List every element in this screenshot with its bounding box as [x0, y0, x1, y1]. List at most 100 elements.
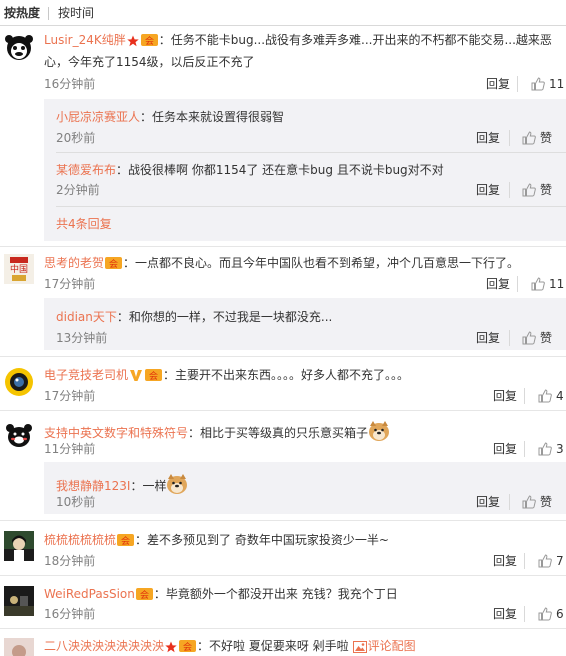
reply-username[interactable]: 我想静静123I [56, 479, 130, 493]
svg-text:会: 会 [121, 535, 130, 547]
comment-body: ：主要开不出来东西。。。。好多人都不充了。。。 [163, 368, 410, 382]
member-badge-icon: 会 [105, 257, 123, 270]
avatar[interactable] [4, 638, 34, 656]
comment-time: 17分钟前 [44, 389, 96, 403]
thumbs-up-icon [522, 183, 536, 197]
action-divider [524, 441, 525, 457]
reply-button[interactable]: 回复 [476, 330, 500, 346]
reply-time: 10秒前 [56, 495, 96, 509]
comment-text: Lusir_24K纯胖 会 ：任务不能卡bug...战役有多难弄多难...开出来的不… [44, 32, 552, 48]
reply-text: 我想静静123I：一样 [56, 473, 188, 495]
thumbs-up-icon [531, 77, 545, 91]
member-badge-icon: 会 [145, 369, 163, 382]
svg-text:会: 会 [109, 258, 118, 270]
comment-body: ：一点都不良心。而且今年中国队也看不到希望，冲个几百意思一下行了。 [123, 256, 520, 270]
comment-divider [0, 575, 566, 576]
reply-divider [56, 206, 566, 207]
username[interactable]: 梳梳梳梳梳梳 [44, 533, 116, 547]
username[interactable]: 电子竞技老司机 [44, 368, 128, 382]
comment-text-continued: 心，今年充了1154级，以后反正不充了 [44, 55, 255, 69]
thumbs-up-icon [522, 331, 536, 345]
thumbs-up-icon [538, 389, 552, 403]
username[interactable]: WeiRedPasSion [44, 587, 135, 601]
username[interactable]: 思考的老贺 [44, 256, 104, 270]
like-button[interactable]: 11 [531, 76, 564, 92]
comment-body: ：任务不能卡bug...战役有多难弄多难...开出来的不朽都不能交易...越来恶 [158, 33, 552, 47]
tab-divider [48, 7, 49, 20]
doge-emoji-icon [369, 421, 390, 441]
avatar[interactable] [4, 420, 34, 450]
comment-body: ：不好啦 夏促要来呀 剁手啦 [197, 639, 349, 653]
member-badge-icon: 会 [135, 588, 153, 601]
reply-button[interactable]: 回复 [476, 130, 500, 146]
like-button[interactable]: 3 [538, 441, 564, 457]
reply-button[interactable]: 回复 [476, 494, 500, 510]
reply-button[interactable]: 回复 [486, 276, 510, 292]
comment-time: 16分钟前 [44, 607, 96, 621]
like-button[interactable]: 赞 [522, 182, 552, 198]
reply-username[interactable]: didian天下 [56, 310, 117, 324]
reply-body: ：战役很棒啊 你都1154了 还在意卡bug 且不说卡bug对不对 [116, 163, 444, 177]
reply-divider [56, 152, 566, 153]
verified-v-icon [130, 370, 143, 381]
avatar[interactable] [4, 32, 34, 62]
username[interactable]: 支持中英文数字和特殊符号 [44, 426, 188, 440]
like-button[interactable]: 赞 [522, 494, 552, 510]
avatar[interactable] [4, 586, 34, 616]
like-button[interactable]: 4 [538, 388, 564, 404]
reply-text: 小屁凉凉赛亚人：任务本来就设置得很弱智 [56, 109, 284, 125]
comment-body: ：毕竟额外一个都没开出来 充钱？我充个丁日 [153, 587, 398, 601]
reply-text: didian天下：和你想的一样，不过我是一块都没充... [56, 309, 332, 325]
comment-divider [0, 628, 566, 629]
svg-text:会: 会 [140, 589, 149, 601]
like-button[interactable]: 赞 [522, 130, 552, 146]
image-icon [352, 641, 367, 653]
action-divider [517, 276, 518, 292]
reply-time: 13分钟前 [56, 331, 108, 345]
comment-divider [0, 246, 566, 247]
avatar[interactable]: 中国 [4, 254, 34, 284]
comment-image-link[interactable]: 评论配图 [368, 639, 416, 653]
reply-button[interactable]: 回复 [493, 441, 517, 457]
comment-text: 思考的老贺会 ：一点都不良心。而且今年中国队也看不到希望，冲个几百意思一下行了。 [44, 255, 519, 271]
reply-body: ：任务本来就设置得很弱智 [140, 110, 285, 124]
username[interactable]: 二八泱泱泱泱泱泱泱泱 [44, 639, 164, 653]
comment-time: 16分钟前 [44, 77, 96, 91]
svg-text:会: 会 [183, 641, 192, 653]
star-icon [165, 641, 177, 653]
thumbs-up-icon [522, 495, 536, 509]
reply-button[interactable]: 回复 [493, 553, 517, 569]
reply-button[interactable]: 回复 [476, 182, 500, 198]
thumbs-up-icon [522, 131, 536, 145]
reply-username[interactable]: 某德爱布布 [56, 163, 116, 177]
tab-time[interactable]: 按时间 [58, 5, 94, 21]
action-divider [509, 130, 510, 146]
reply-button[interactable]: 回复 [493, 388, 517, 404]
action-divider [524, 553, 525, 569]
view-all-replies-link[interactable]: 共4条回复 [56, 216, 112, 232]
reply-button[interactable]: 回复 [493, 606, 517, 622]
action-divider [517, 76, 518, 92]
tab-hot[interactable]: 按热度 [4, 5, 40, 21]
like-button[interactable]: 赞 [522, 330, 552, 346]
like-button[interactable]: 6 [538, 606, 564, 622]
like-label: 赞 [540, 331, 553, 345]
comment-time: 18分钟前 [44, 554, 96, 568]
like-count: 6 [556, 607, 564, 621]
thumbs-up-icon [538, 607, 552, 621]
comment-text: 二八泱泱泱泱泱泱泱泱 会 ：不好啦 夏促要来呀 剁手啦 评论配图 [44, 638, 416, 654]
svg-text:会: 会 [145, 35, 154, 47]
like-button[interactable]: 7 [538, 553, 564, 569]
avatar[interactable] [4, 367, 34, 397]
like-button[interactable]: 11 [531, 276, 564, 292]
like-count: 11 [549, 77, 565, 91]
reply-username[interactable]: 小屁凉凉赛亚人 [56, 110, 140, 124]
comment-text: 电子竞技老司机 会 ：主要开不出来东西。。。。好多人都不充了。。。 [44, 367, 409, 383]
like-label: 赞 [540, 495, 553, 509]
member-badge-icon: 会 [140, 34, 158, 47]
reply-button[interactable]: 回复 [486, 76, 510, 92]
member-badge-icon: 会 [117, 534, 135, 547]
username[interactable]: Lusir_24K纯胖 [44, 33, 126, 47]
avatar[interactable] [4, 531, 34, 561]
comment-text: WeiRedPasSion 会 ：毕竟额外一个都没开出来 充钱？我充个丁日 [44, 586, 398, 602]
